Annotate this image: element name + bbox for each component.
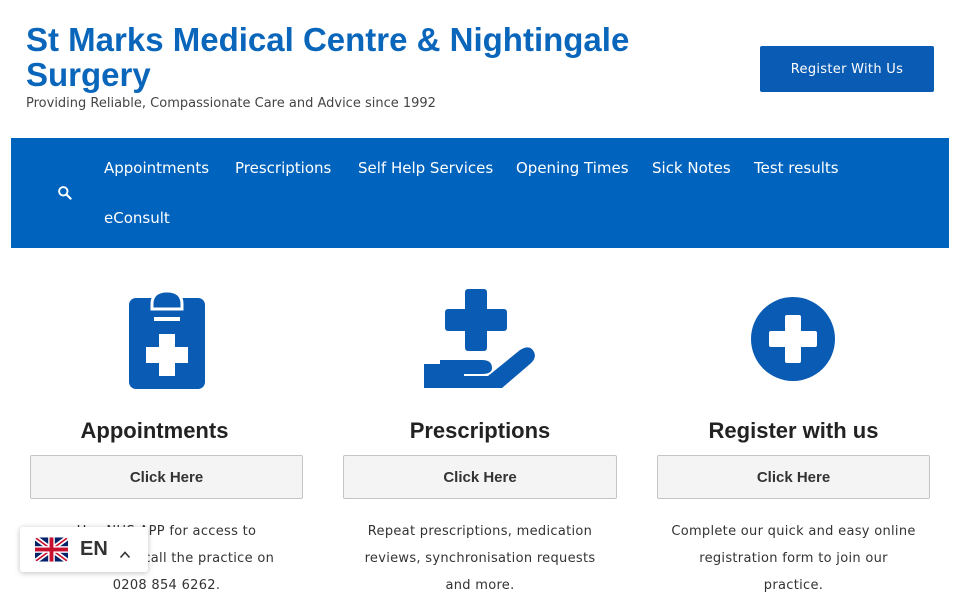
nav-item-appointments[interactable]: Appointments (104, 159, 209, 177)
uk-flag-icon (35, 537, 68, 566)
language-code: EN (80, 538, 108, 560)
register-with-us-title: Register with us (708, 418, 879, 443)
nav-item-sick-notes[interactable]: Sick Notes (652, 159, 731, 177)
clipboard-medical-icon (128, 288, 206, 394)
nav-item-econsult[interactable]: eConsult (104, 209, 170, 227)
appointments-click-here-button[interactable]: Click Here (30, 455, 303, 499)
plus-circle-icon (750, 296, 836, 386)
site-title[interactable]: St Marks Medical Centre & Nightingale Su… (26, 22, 726, 92)
prescriptions-click-here-button[interactable]: Click Here (343, 455, 617, 499)
prescriptions-description: Repeat prescriptions, medication reviews… (364, 524, 596, 593)
nav-item-prescriptions[interactable]: Prescriptions (235, 159, 331, 177)
site-tagline: Providing Reliable, Compassionate Care a… (26, 96, 436, 111)
prescriptions-title: Prescriptions (409, 418, 551, 443)
language-switcher[interactable]: EN (20, 527, 148, 572)
search-icon[interactable] (57, 185, 73, 201)
register-description: Complete our quick and easy online regis… (671, 524, 916, 593)
nav-item-self-help-services[interactable]: Self Help Services (358, 159, 493, 177)
chevron-up-icon (119, 544, 131, 563)
hand-medical-icon (422, 288, 538, 396)
nav-item-opening-times[interactable]: Opening Times (516, 159, 629, 177)
main-navigation: Appointments Prescriptions Self Help Ser… (11, 138, 949, 248)
nav-item-test-results[interactable]: Test results (754, 159, 839, 177)
register-click-here-button[interactable]: Click Here (657, 455, 930, 499)
register-with-us-button[interactable]: Register With Us (760, 46, 934, 92)
appointments-title: Appointments (80, 418, 229, 443)
